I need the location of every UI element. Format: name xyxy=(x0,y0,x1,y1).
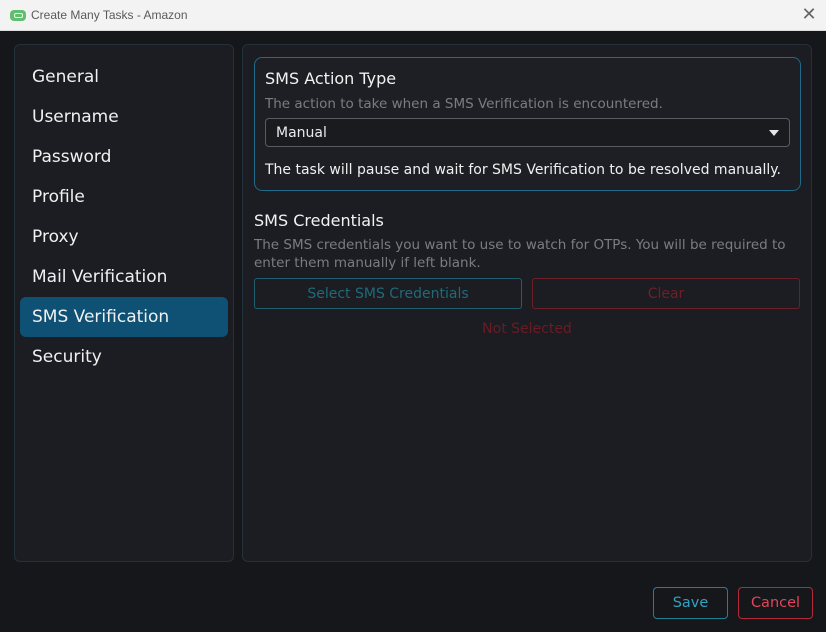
window-title: Create Many Tasks - Amazon xyxy=(31,8,188,22)
sidebar-item-profile[interactable]: Profile xyxy=(20,177,228,217)
chevron-down-icon xyxy=(769,130,779,136)
dialog-body: General Username Password Profile Proxy … xyxy=(0,31,826,632)
cancel-button[interactable]: Cancel xyxy=(738,587,813,619)
sidebar-item-mail-verification[interactable]: Mail Verification xyxy=(20,257,228,297)
main-panel: SMS Action Type The action to take when … xyxy=(242,44,812,562)
sms-action-description: The action to take when a SMS Verificati… xyxy=(265,96,663,112)
sms-action-section: SMS Action Type The action to take when … xyxy=(254,57,801,191)
sidebar-item-security[interactable]: Security xyxy=(20,337,228,377)
select-sms-credentials-button[interactable]: Select SMS Credentials xyxy=(254,278,522,309)
sidebar-item-proxy[interactable]: Proxy xyxy=(20,217,228,257)
sms-action-select[interactable]: Manual xyxy=(265,118,790,147)
sidebar-item-general[interactable]: General xyxy=(20,57,228,97)
title-bar: Create Many Tasks - Amazon ✕ xyxy=(0,0,826,31)
sms-action-note: The task will pause and wait for SMS Ver… xyxy=(265,162,781,178)
close-icon[interactable]: ✕ xyxy=(798,5,820,25)
sidebar: General Username Password Profile Proxy … xyxy=(14,44,234,562)
sms-credentials-description: The SMS credentials you want to use to w… xyxy=(254,237,786,271)
credentials-status: Not Selected xyxy=(482,321,572,337)
sms-action-selected-value: Manual xyxy=(276,124,327,141)
sidebar-item-username[interactable]: Username xyxy=(20,97,228,137)
sidebar-item-password[interactable]: Password xyxy=(20,137,228,177)
app-icon xyxy=(10,10,26,21)
save-button[interactable]: Save xyxy=(653,587,728,619)
sms-credentials-title: SMS Credentials xyxy=(254,211,384,230)
sms-action-title: SMS Action Type xyxy=(265,69,397,88)
sidebar-item-sms-verification[interactable]: SMS Verification xyxy=(20,297,228,337)
clear-credentials-button[interactable]: Clear xyxy=(532,278,800,309)
